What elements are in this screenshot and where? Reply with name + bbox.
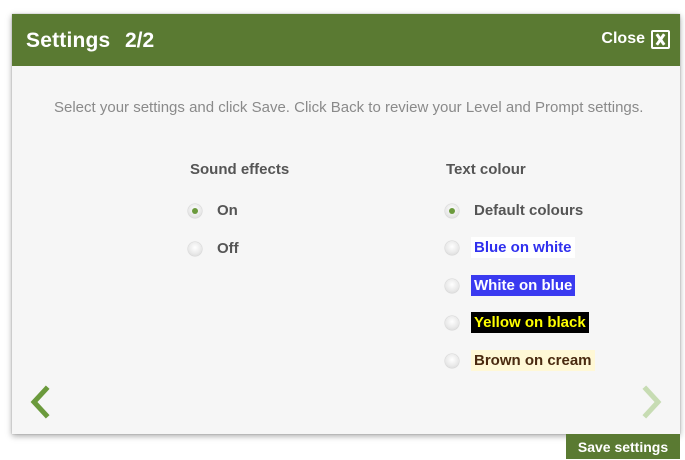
radio-selected-icon[interactable] <box>188 203 202 218</box>
page-indicator: 2/2 <box>125 29 155 52</box>
radio-unselected-icon[interactable] <box>188 241 202 256</box>
close-icon <box>651 29 670 49</box>
text-colour-label: Brown on cream <box>471 350 595 371</box>
text-colour-option-brown-on-cream[interactable]: Brown on cream <box>445 350 595 371</box>
chevron-right-icon <box>642 385 662 419</box>
chevron-left-icon <box>30 385 50 419</box>
dialog-header: Settings 2/2 Close <box>12 14 680 66</box>
sound-option-off[interactable]: Off <box>188 238 242 259</box>
settings-dialog: Settings 2/2 Close Select your settings … <box>12 14 680 434</box>
next-button[interactable] <box>640 385 664 419</box>
text-colour-option-default[interactable]: Default colours <box>445 200 586 221</box>
sound-effects-heading: Sound effects <box>190 161 290 178</box>
back-button[interactable] <box>28 385 52 419</box>
text-colour-option-white-on-blue[interactable]: White on blue <box>445 275 576 296</box>
sound-option-label: On <box>217 202 238 219</box>
sound-option-label: Off <box>217 240 239 257</box>
radio-unselected-icon[interactable] <box>445 315 459 330</box>
text-colour-option-blue-on-white[interactable]: Blue on white <box>445 237 575 258</box>
radio-unselected-icon[interactable] <box>445 353 459 368</box>
text-colour-heading: Text colour <box>446 161 526 178</box>
text-colour-label: Default colours <box>474 202 584 219</box>
radio-unselected-icon[interactable] <box>445 240 459 255</box>
radio-selected-icon[interactable] <box>445 203 459 218</box>
save-settings-button[interactable]: Save settings <box>566 434 680 459</box>
sound-option-on[interactable]: On <box>188 200 241 221</box>
text-colour-label: Yellow on black <box>471 312 589 333</box>
instructions-text: Select your settings and click Save. Cli… <box>54 99 644 116</box>
text-colour-option-yellow-on-black[interactable]: Yellow on black <box>445 312 589 333</box>
close-button[interactable]: Close <box>601 27 670 51</box>
close-label: Close <box>601 30 645 47</box>
text-colour-label: Blue on white <box>471 237 575 258</box>
radio-unselected-icon[interactable] <box>445 278 459 293</box>
dialog-title: Settings <box>26 29 111 52</box>
text-colour-label: White on blue <box>471 275 576 296</box>
